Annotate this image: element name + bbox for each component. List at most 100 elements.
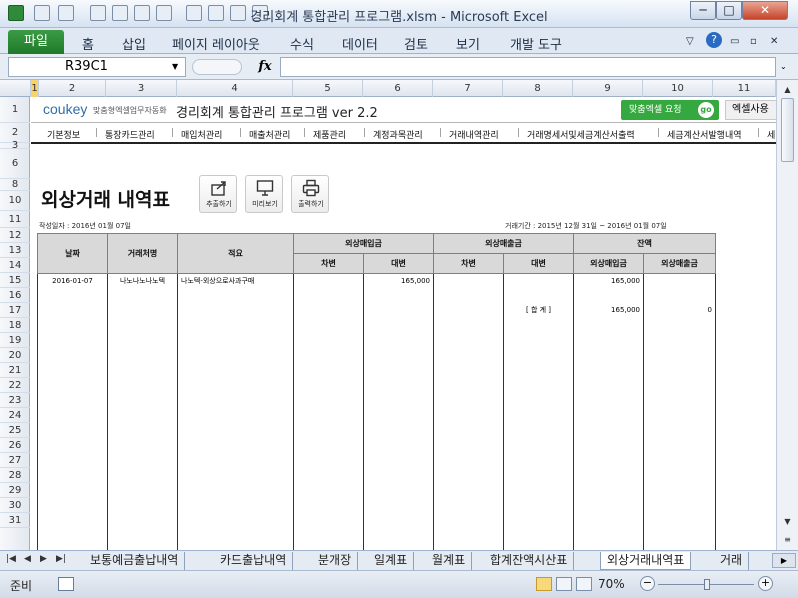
column-header[interactable]: 11 [713, 80, 776, 97]
table-cell[interactable] [107, 302, 178, 318]
table-cell[interactable] [433, 404, 504, 420]
table-cell[interactable] [433, 492, 504, 507]
table-cell[interactable] [107, 521, 178, 537]
table-cell[interactable] [177, 448, 294, 464]
table-cell[interactable] [37, 448, 108, 464]
zoom-level[interactable]: 70% [598, 577, 625, 591]
table-cell[interactable] [107, 507, 178, 522]
table-cell[interactable]: [ 합 계 ] [503, 302, 574, 318]
table-cell[interactable] [177, 536, 294, 550]
table-cell[interactable] [573, 521, 644, 537]
table-cell[interactable] [642, 317, 717, 332]
row-header[interactable]: 13 [0, 243, 30, 258]
name-box[interactable]: R39C1 [8, 57, 186, 77]
table-cell[interactable] [37, 288, 108, 303]
table-cell[interactable] [107, 390, 178, 405]
table-cell[interactable] [177, 288, 294, 303]
table-cell[interactable] [177, 521, 294, 537]
table-cell[interactable] [177, 463, 294, 478]
row-header[interactable]: 21 [0, 363, 30, 378]
table-cell[interactable] [642, 390, 717, 405]
menu-item[interactable]: 기본정보 [47, 128, 80, 141]
table-cell[interactable] [293, 302, 364, 318]
sheet-tab[interactable]: 보통예금출납내역 [84, 552, 186, 570]
table-cell[interactable] [503, 375, 574, 391]
table-cell[interactable] [37, 331, 108, 347]
table-cell[interactable] [107, 419, 178, 435]
table-cell[interactable] [433, 302, 504, 318]
sheet-tab[interactable]: 카드출납내역 [214, 552, 294, 570]
table-cell[interactable]: 0 [642, 302, 717, 318]
row-header[interactable]: 6 [0, 149, 30, 179]
table-cell[interactable] [433, 361, 504, 376]
chevron-down-icon[interactable]: ▽ [686, 36, 694, 47]
table-cell[interactable] [177, 507, 294, 522]
table-cell[interactable] [433, 507, 504, 522]
first-sheet-icon[interactable]: |◀ [6, 554, 16, 564]
table-cell[interactable] [293, 273, 364, 289]
table-cell[interactable] [573, 331, 644, 347]
ribbon-close-icon[interactable]: ✕ [770, 36, 778, 47]
table-cell[interactable] [433, 536, 504, 550]
table-cell[interactable] [573, 317, 644, 332]
table-cell[interactable] [107, 375, 178, 391]
tab-insert[interactable]: 삽입 [122, 34, 146, 53]
table-cell[interactable] [503, 448, 574, 464]
table-cell[interactable] [503, 492, 574, 507]
zoom-out-icon[interactable]: − [640, 576, 655, 591]
table-cell[interactable] [573, 434, 644, 449]
table-cell[interactable] [503, 361, 574, 376]
table-cell[interactable] [573, 288, 644, 303]
tab-page-layout[interactable]: 페이지 레이아웃 [172, 34, 260, 53]
table-cell[interactable] [433, 477, 504, 493]
sheet-tab[interactable]: 외상거래내역표 [600, 552, 692, 570]
scroll-right-icon[interactable]: ▶ [772, 553, 796, 568]
table-cell[interactable] [37, 302, 108, 318]
table-cell[interactable] [503, 419, 574, 435]
table-cell[interactable] [642, 419, 717, 435]
table-cell[interactable] [503, 404, 574, 420]
column-header[interactable]: 6 [363, 80, 433, 97]
zoom-slider-thumb[interactable] [704, 579, 710, 590]
table-cell[interactable] [363, 507, 434, 522]
table-cell[interactable] [363, 346, 434, 362]
table-cell[interactable] [107, 317, 178, 332]
table-cell[interactable] [433, 346, 504, 362]
table-cell[interactable]: 2016-01-07 [37, 273, 108, 289]
table-cell[interactable] [433, 434, 504, 449]
insert-function-icon[interactable]: fx [252, 57, 278, 77]
table-cell[interactable] [293, 477, 364, 493]
table-cell[interactable] [573, 448, 644, 464]
table-cell[interactable] [642, 521, 717, 537]
vertical-scroll-thumb[interactable] [781, 98, 794, 162]
table-cell[interactable] [107, 361, 178, 376]
table-cell[interactable] [107, 463, 178, 478]
table-cell[interactable] [107, 331, 178, 347]
table-cell[interactable] [37, 536, 108, 550]
table-cell[interactable] [293, 390, 364, 405]
table-cell[interactable] [363, 288, 434, 303]
table-cell[interactable] [642, 507, 717, 522]
table-cell[interactable] [363, 331, 434, 347]
table-cell[interactable] [433, 317, 504, 332]
table-cell[interactable] [363, 477, 434, 493]
table-cell[interactable] [503, 288, 574, 303]
table-cell[interactable] [37, 434, 108, 449]
table-cell[interactable] [293, 536, 364, 550]
row-header[interactable]: 25 [0, 423, 30, 438]
table-cell[interactable] [363, 390, 434, 405]
table-cell[interactable] [293, 331, 364, 347]
table-cell[interactable] [503, 507, 574, 522]
table-cell[interactable] [363, 536, 434, 550]
normal-view-icon[interactable] [536, 577, 552, 591]
row-header[interactable]: 20 [0, 348, 30, 363]
next-sheet-icon[interactable]: ▶ [40, 554, 47, 564]
table-cell[interactable] [37, 521, 108, 537]
table-cell[interactable] [433, 375, 504, 391]
table-cell[interactable] [363, 492, 434, 507]
table-cell[interactable] [37, 375, 108, 391]
menu-item[interactable]: 거래내역관리 [449, 128, 499, 141]
table-cell[interactable] [503, 477, 574, 493]
menu-item[interactable]: 세 [767, 128, 775, 141]
table-cell[interactable] [363, 521, 434, 537]
